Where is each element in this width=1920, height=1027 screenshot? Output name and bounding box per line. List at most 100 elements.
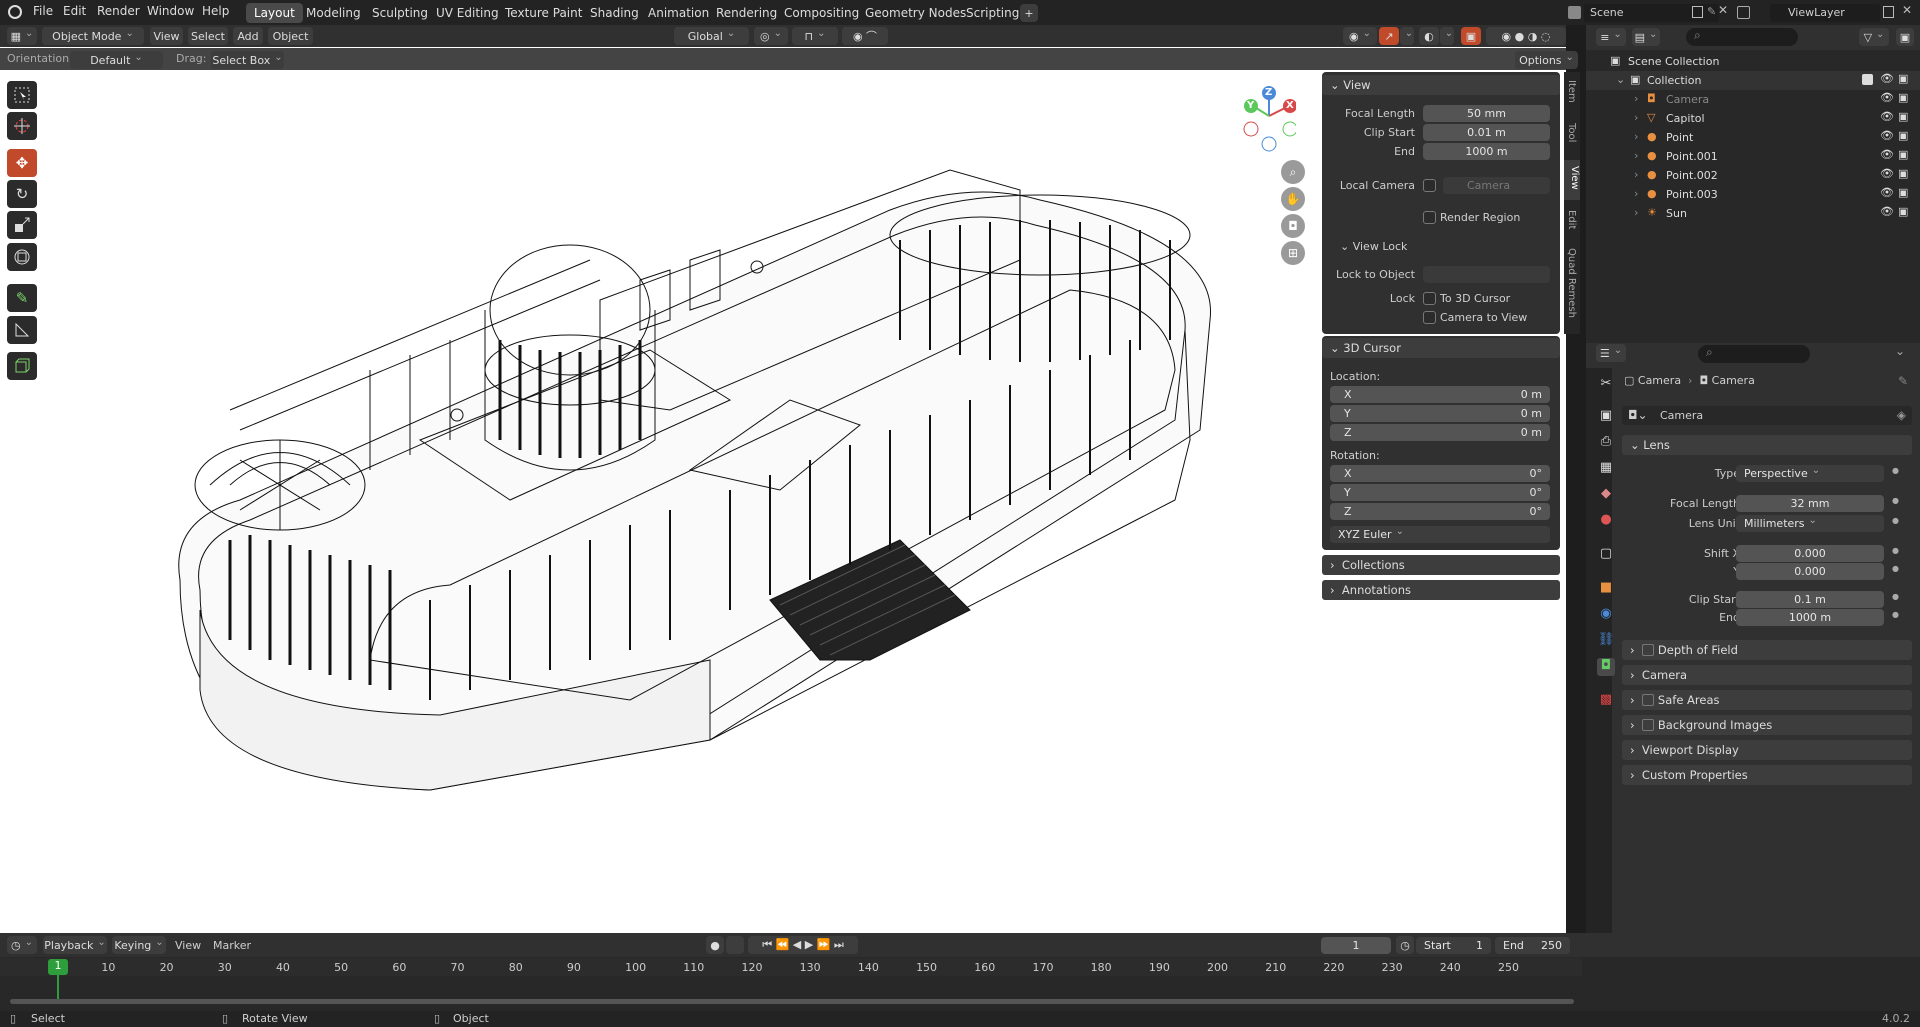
- outliner-row-point-001[interactable]: › ● Point.001 👁 ▣: [1586, 147, 1920, 166]
- section-background-images[interactable]: › Background Images: [1622, 715, 1912, 735]
- properties-options-dropdown[interactable]: ⌄: [1895, 344, 1905, 358]
- new-view-layer-icon[interactable]: [1883, 6, 1894, 18]
- expand-arrow-icon[interactable]: ›: [1634, 130, 1638, 143]
- preview-range-icon[interactable]: ◷: [1396, 936, 1414, 954]
- render-camera-icon[interactable]: ▣: [1898, 91, 1908, 104]
- outliner-row-point-003[interactable]: › ● Point.003 👁 ▣: [1586, 185, 1920, 204]
- render-camera-icon[interactable]: ▣: [1898, 148, 1908, 161]
- render-region-checkbox[interactable]: [1423, 211, 1436, 224]
- outliner-row-point-002[interactable]: › ● Point.002 👁 ▣: [1586, 166, 1920, 185]
- keyframe-dot-shift-y[interactable]: ●: [1892, 564, 1899, 573]
- properties-search-input[interactable]: ⌕: [1698, 345, 1810, 363]
- scale-tool-icon[interactable]: [7, 211, 37, 239]
- pin-icon[interactable]: ✎: [1707, 5, 1716, 18]
- menu-file[interactable]: File: [33, 4, 53, 18]
- section-custom-properties[interactable]: › Custom Properties: [1622, 765, 1912, 785]
- expand-arrow-icon[interactable]: ›: [1634, 92, 1638, 105]
- tab-tool[interactable]: Tool: [1566, 123, 1577, 142]
- tab-shading[interactable]: Shading: [582, 3, 647, 23]
- physics-properties-icon[interactable]: ◉: [1597, 606, 1615, 624]
- collection-properties-icon[interactable]: ▢: [1597, 546, 1615, 564]
- snap-icon[interactable]: ⊓: [792, 27, 838, 45]
- local-camera-checkbox[interactable]: [1423, 179, 1436, 192]
- visibility-eye-icon[interactable]: 👁: [1880, 167, 1894, 180]
- fake-user-shield-icon[interactable]: ◈: [1897, 408, 1906, 422]
- expand-arrow-icon[interactable]: ›: [1634, 149, 1638, 162]
- view-layer-icon[interactable]: [1737, 6, 1750, 19]
- tab-animation[interactable]: Animation: [640, 3, 717, 23]
- cursor-loc-x[interactable]: X 0 m: [1330, 386, 1550, 403]
- view-layer-properties-icon[interactable]: ▦: [1597, 460, 1615, 478]
- texture-properties-icon[interactable]: ▩: [1597, 692, 1615, 710]
- expand-arrow-icon[interactable]: ›: [1634, 206, 1638, 219]
- current-frame-field[interactable]: 1: [1321, 937, 1391, 954]
- marker-menu[interactable]: Marker: [213, 939, 251, 952]
- constraints-properties-icon[interactable]: ⛓: [1597, 632, 1615, 650]
- keyframe-dot-focal[interactable]: ●: [1892, 496, 1899, 505]
- visibility-eye-icon[interactable]: 👁: [1880, 110, 1894, 123]
- tab-item[interactable]: Item: [1566, 80, 1577, 103]
- measure-tool-icon[interactable]: [7, 316, 37, 344]
- start-frame-field[interactable]: Start 1: [1416, 937, 1491, 954]
- pivot-point-icon[interactable]: ◎: [754, 27, 788, 45]
- outliner-row-camera[interactable]: › ◘ Camera 👁 ▣: [1586, 90, 1920, 109]
- expand-arrow-icon[interactable]: ›: [1634, 168, 1638, 181]
- timeline-view-menu[interactable]: View: [175, 939, 201, 952]
- outliner-editor-type-icon[interactable]: ≡: [1596, 28, 1626, 46]
- keyframe-dot-clip-end[interactable]: ●: [1892, 610, 1899, 619]
- view-menu[interactable]: View: [150, 27, 183, 45]
- rotation-mode-dropdown[interactable]: XYZ Euler: [1330, 526, 1550, 543]
- tab-modeling[interactable]: Modeling: [298, 3, 369, 23]
- timeline-scrollbar[interactable]: [10, 999, 1574, 1004]
- keyframe-dot-type[interactable]: ●: [1892, 466, 1899, 475]
- shift-y-field[interactable]: 0.000: [1736, 563, 1884, 580]
- camera-data-properties-icon[interactable]: ◘: [1597, 658, 1615, 676]
- tool-properties-icon[interactable]: ✂: [1597, 376, 1615, 394]
- outliner-search-input[interactable]: ⌕: [1686, 28, 1798, 46]
- frame-ruler[interactable]: [0, 958, 1582, 976]
- keyframe-dot-unit[interactable]: ●: [1892, 516, 1899, 525]
- end-frame-field[interactable]: End 250: [1495, 937, 1570, 954]
- render-camera-icon[interactable]: ▣: [1898, 129, 1908, 142]
- visibility-eye-icon[interactable]: 👁: [1880, 148, 1894, 161]
- scene-icon[interactable]: [1568, 6, 1581, 19]
- visibility-eye-icon[interactable]: 👁: [1880, 205, 1894, 218]
- xray-toggle-icon[interactable]: ▣: [1461, 27, 1481, 45]
- annotations-panel-header[interactable]: › Annotations: [1322, 580, 1560, 600]
- outliner-row-collection[interactable]: ⌄ ▣ Collection 👁 ▣: [1586, 71, 1920, 90]
- section-checkbox[interactable]: [1641, 694, 1654, 706]
- cursor-rot-x[interactable]: X 0°: [1330, 465, 1550, 482]
- keyframe-dot-shift-x[interactable]: ●: [1892, 546, 1899, 555]
- zoom-icon[interactable]: ⌕: [1281, 160, 1305, 184]
- add-workspace-button[interactable]: +: [1020, 4, 1038, 22]
- annotate-tool-icon[interactable]: ✎: [7, 284, 37, 312]
- drag-dropdown[interactable]: Select Box: [211, 51, 284, 69]
- add-cube-tool-icon[interactable]: [7, 352, 37, 380]
- outliner-row-point[interactable]: › ● Point 👁 ▣: [1586, 128, 1920, 147]
- tab-texture-paint[interactable]: Texture Paint: [497, 3, 590, 23]
- cursor-tool-icon[interactable]: [7, 112, 37, 140]
- lock-to-cursor-checkbox[interactable]: [1423, 292, 1436, 305]
- menu-edit[interactable]: Edit: [63, 4, 86, 18]
- playhead-marker[interactable]: 1: [48, 959, 68, 975]
- lens-clip-start-field[interactable]: 0.1 m: [1736, 591, 1884, 608]
- tab-rendering[interactable]: Rendering: [708, 3, 785, 23]
- scene-properties-icon[interactable]: ◆: [1597, 486, 1615, 504]
- menu-window[interactable]: Window: [147, 4, 194, 18]
- editor-type-icon[interactable]: ▦: [7, 27, 37, 45]
- section-safe-areas[interactable]: › Safe Areas: [1622, 690, 1912, 710]
- collections-panel-header[interactable]: › Collections: [1322, 555, 1560, 575]
- tab-sculpting[interactable]: Sculpting: [364, 3, 436, 23]
- section-viewport-display[interactable]: › Viewport Display: [1622, 740, 1912, 760]
- section-camera[interactable]: › Camera: [1622, 665, 1912, 685]
- clip-start-field[interactable]: 0.01 m: [1423, 124, 1550, 141]
- timeline-editor-type-icon[interactable]: ◷: [7, 936, 37, 954]
- view-lock-header[interactable]: ⌄ View Lock: [1340, 240, 1407, 253]
- render-camera-icon[interactable]: ▣: [1898, 167, 1908, 180]
- auto-keying-options-icon[interactable]: [726, 936, 744, 954]
- collection-render-icon[interactable]: ▣: [1898, 72, 1908, 85]
- lens-type-dropdown[interactable]: Perspective: [1736, 465, 1884, 482]
- menu-help[interactable]: Help: [202, 4, 229, 18]
- lens-unit-dropdown[interactable]: Millimeters: [1736, 515, 1884, 532]
- new-scene-icon[interactable]: [1692, 6, 1703, 18]
